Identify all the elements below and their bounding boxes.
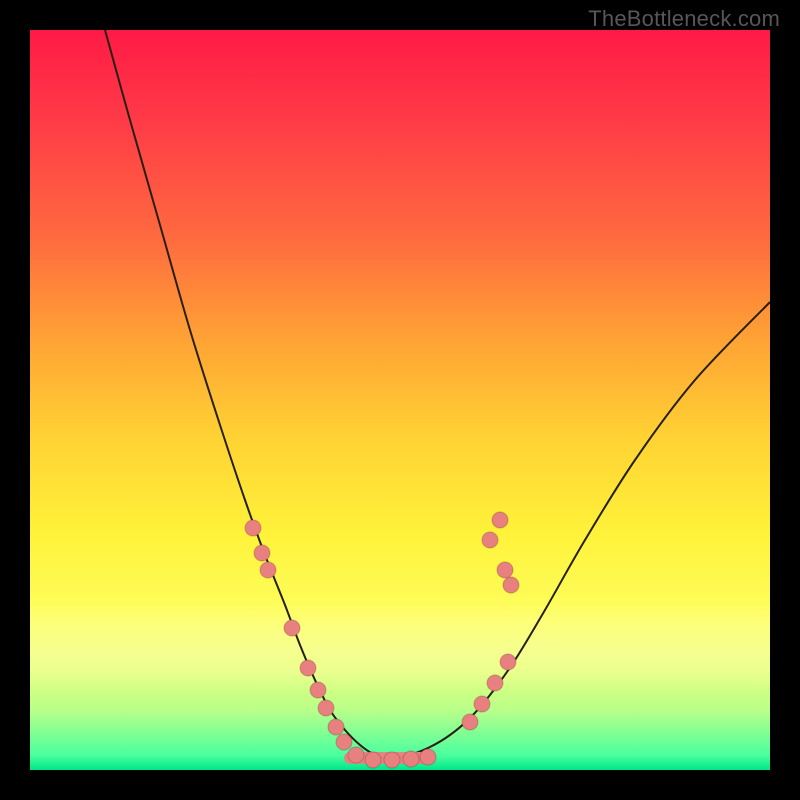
marker-dot bbox=[300, 660, 316, 676]
marker-dot bbox=[348, 747, 364, 763]
curve-right-path bbox=[390, 302, 770, 760]
marker-dot bbox=[492, 512, 508, 528]
marker-dot bbox=[328, 719, 344, 735]
marker-dot bbox=[420, 749, 436, 765]
marker-dot bbox=[318, 700, 334, 716]
marker-dot bbox=[384, 752, 400, 768]
marker-dot bbox=[500, 654, 516, 670]
marker-dot bbox=[245, 520, 261, 536]
marker-dot bbox=[260, 562, 276, 578]
marker-dot bbox=[403, 751, 419, 767]
marker-dot bbox=[254, 545, 270, 561]
marker-dot bbox=[365, 752, 381, 768]
brand-watermark: TheBottleneck.com bbox=[588, 6, 780, 32]
marker-dot bbox=[482, 532, 498, 548]
chart-frame: TheBottleneck.com bbox=[0, 0, 800, 800]
marker-dot bbox=[310, 682, 326, 698]
curve-left-path bbox=[105, 30, 390, 760]
marker-dot bbox=[503, 577, 519, 593]
plot-area bbox=[30, 30, 770, 770]
marker-dot bbox=[487, 675, 503, 691]
chart-svg bbox=[30, 30, 770, 770]
marker-dot bbox=[336, 734, 352, 750]
marker-dot bbox=[497, 562, 513, 578]
marker-dots-group bbox=[245, 512, 519, 768]
marker-dot bbox=[474, 696, 490, 712]
marker-dot bbox=[284, 620, 300, 636]
marker-dot bbox=[462, 714, 478, 730]
